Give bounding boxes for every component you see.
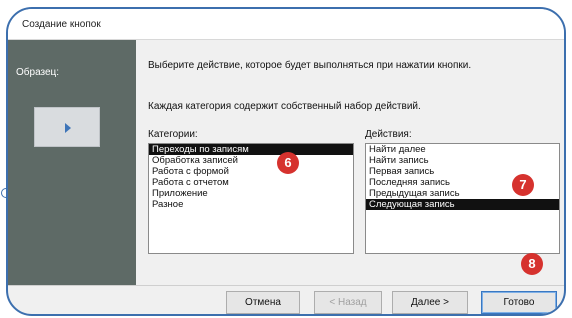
- sample-panel: Образец:: [8, 40, 136, 285]
- instruction-text-1: Выберите действие, которое будет выполня…: [148, 60, 472, 71]
- list-item[interactable]: Следующая запись: [366, 199, 559, 210]
- actions-label: Действия:: [365, 129, 412, 140]
- categories-listbox[interactable]: Переходы по записям Обработка записей Ра…: [148, 143, 354, 254]
- window-title: Создание кнопок: [22, 19, 101, 30]
- sample-button-preview: [34, 107, 100, 147]
- list-item[interactable]: Найти запись: [366, 155, 559, 166]
- back-button[interactable]: < Назад: [314, 291, 382, 314]
- list-item[interactable]: Работа с отчетом: [149, 177, 353, 188]
- callout-badge-7: 7: [512, 174, 534, 196]
- list-item[interactable]: Первая запись: [366, 166, 559, 177]
- play-icon: [65, 123, 71, 133]
- dialog-window: Создание кнопок Образец: Выберите действ…: [6, 7, 566, 316]
- list-item[interactable]: Разное: [149, 199, 353, 210]
- callout-badge-8: 8: [521, 253, 543, 275]
- instruction-text-2: Каждая категория содержит собственный на…: [148, 101, 421, 112]
- sample-label: Образец:: [16, 67, 60, 78]
- categories-label: Категории:: [148, 129, 198, 140]
- next-button[interactable]: Далее >: [392, 291, 468, 314]
- list-item[interactable]: Работа с формой: [149, 166, 353, 177]
- finish-button[interactable]: Готово: [481, 291, 557, 314]
- actions-listbox[interactable]: Найти далее Найти запись Первая запись П…: [365, 143, 560, 254]
- title-bar: Создание кнопок: [8, 9, 564, 39]
- list-item[interactable]: Обработка записей: [149, 155, 353, 166]
- cancel-button[interactable]: Отмена: [226, 291, 300, 314]
- callout-badge-6: 6: [277, 152, 299, 174]
- list-item[interactable]: Переходы по записям: [149, 144, 353, 155]
- button-bar-divider: [8, 285, 564, 286]
- list-item[interactable]: Приложение: [149, 188, 353, 199]
- list-item[interactable]: Найти далее: [366, 144, 559, 155]
